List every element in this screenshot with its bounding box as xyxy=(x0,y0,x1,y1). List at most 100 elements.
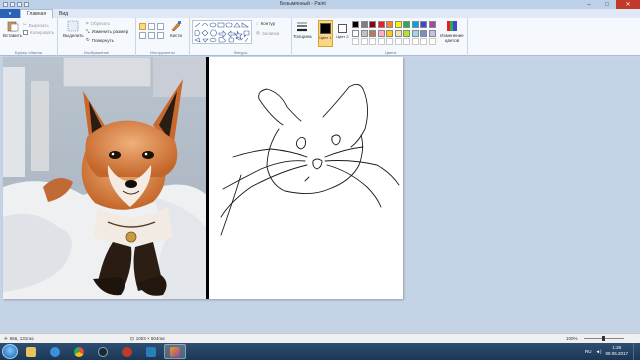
tab-view[interactable]: Вид xyxy=(53,9,74,18)
taskbar-app-red[interactable] xyxy=(116,344,138,359)
edit-colors-label: Изменение цветов xyxy=(440,33,464,43)
crop-button[interactable]: ⌗ Обрезать xyxy=(86,21,110,26)
rotate-label: Повернуть xyxy=(91,37,115,43)
palette-swatch-empty[interactable] xyxy=(394,38,402,45)
palette-swatch[interactable] xyxy=(386,21,393,28)
brushes-button[interactable]: Кисти xyxy=(170,20,182,38)
palette-swatch[interactable] xyxy=(394,21,402,28)
palette-swatch-empty[interactable] xyxy=(386,38,393,45)
fox-photo xyxy=(3,57,209,299)
paste-button[interactable]: Вставить xyxy=(3,20,22,38)
taskbar-steam[interactable] xyxy=(92,344,114,359)
fill-bucket-icon[interactable] xyxy=(148,23,155,30)
tab-home[interactable]: Главная xyxy=(20,9,54,18)
resize-icon: ⤡ xyxy=(86,29,90,34)
zoom-slider-thumb[interactable] xyxy=(602,336,605,341)
language-indicator[interactable]: RU xyxy=(585,349,592,354)
text-tool-icon[interactable] xyxy=(157,23,164,30)
palette-swatch[interactable] xyxy=(394,29,402,37)
color-picker-icon[interactable] xyxy=(148,32,155,39)
taskbar-explorer[interactable] xyxy=(20,344,42,359)
fill-icon: ◍ xyxy=(256,30,260,35)
drawing-canvas[interactable] xyxy=(3,57,403,299)
volume-icon[interactable]: ◄) xyxy=(596,349,602,354)
taskbar-media[interactable] xyxy=(44,344,66,359)
eraser-icon[interactable] xyxy=(139,32,146,39)
palette-swatch[interactable] xyxy=(411,21,419,28)
image-group-label: Изображение xyxy=(83,50,110,55)
scissors-icon: ✂ xyxy=(23,22,27,27)
pencil-icon[interactable] xyxy=(139,23,146,30)
palette-swatch[interactable] xyxy=(360,21,368,28)
outline-button[interactable]: ◌ Контур xyxy=(256,21,275,26)
color1-label: Цвет 1 xyxy=(319,35,332,40)
brushes-label: Кисти xyxy=(170,33,182,38)
palette-swatch[interactable] xyxy=(360,29,368,37)
undo-quick-icon[interactable] xyxy=(17,2,22,7)
palette-swatch[interactable] xyxy=(377,29,385,37)
colors-group: Цвет 1 Цвет 2 Изменение цветов Цвета xyxy=(314,18,468,56)
size-button[interactable]: Толщина xyxy=(293,21,312,39)
tools-group: Кисти Инструменты xyxy=(136,18,190,56)
tab-file[interactable]: ▾ xyxy=(0,9,20,18)
image-group: Выделить ⌗ Обрезать ⤡ Изменить размер ↻ Пов… xyxy=(58,18,136,56)
edit-colors-button[interactable]: Изменение цветов xyxy=(438,20,466,43)
palette-swatch-empty[interactable] xyxy=(428,38,436,45)
folder-icon xyxy=(26,346,36,357)
show-desktop-button[interactable] xyxy=(633,343,640,360)
shapes-group: ◌ Контур ◍ Заливка Фигуры xyxy=(190,18,292,56)
palette-swatch-empty[interactable] xyxy=(369,38,376,45)
taskbar-app-blue[interactable] xyxy=(140,344,162,359)
palette-swatch-empty[interactable] xyxy=(352,38,359,45)
palette-swatch[interactable] xyxy=(403,21,410,28)
cursor-position-text: 666, 131пкс xyxy=(9,336,35,341)
copy-icon xyxy=(23,30,28,35)
taskbar-chrome[interactable] xyxy=(68,344,90,359)
palette-swatch-empty[interactable] xyxy=(403,38,410,45)
taskbar-paint[interactable] xyxy=(164,344,186,359)
palette-swatch[interactable] xyxy=(428,29,436,37)
clock[interactable]: 1:26 09.05.2017 xyxy=(605,345,628,357)
select-label: Выделить xyxy=(63,33,84,38)
palette-swatch-empty[interactable] xyxy=(411,38,419,45)
taskbar: RU ◄) 1:26 09.05.2017 xyxy=(0,343,640,360)
palette-swatch[interactable] xyxy=(369,29,376,37)
palette-swatch[interactable] xyxy=(352,21,359,28)
copy-button[interactable]: Копировать xyxy=(23,30,54,35)
palette-swatch[interactable] xyxy=(377,21,385,28)
select-icon xyxy=(68,20,79,32)
redo-quick-icon[interactable] xyxy=(24,2,29,7)
edit-colors-icon xyxy=(447,21,457,31)
palette-swatch[interactable] xyxy=(428,21,436,28)
cut-button[interactable]: ✂ Вырезать xyxy=(23,22,49,28)
close-button[interactable]: ✕ xyxy=(616,0,640,9)
resize-button[interactable]: ⤡ Изменить размер xyxy=(86,29,128,34)
color2-selector[interactable]: Цвет 2 xyxy=(336,20,349,47)
minimize-button[interactable]: – xyxy=(580,0,598,9)
rotate-button[interactable]: ↻ Повернуть xyxy=(86,37,114,43)
zoom-slider[interactable] xyxy=(584,336,624,341)
palette-swatch[interactable] xyxy=(403,29,410,37)
palette-swatch[interactable] xyxy=(411,29,419,37)
color1-chip xyxy=(320,23,331,34)
palette-swatch[interactable] xyxy=(386,29,393,37)
paint-app-icon[interactable] xyxy=(3,2,8,7)
magnifier-icon[interactable] xyxy=(157,32,164,39)
start-button[interactable] xyxy=(2,344,18,359)
palette-swatch-empty[interactable] xyxy=(360,38,368,45)
palette-swatch-empty[interactable] xyxy=(420,38,427,45)
select-button[interactable]: Выделить xyxy=(63,20,84,38)
save-quick-icon[interactable] xyxy=(10,2,15,7)
palette-swatch[interactable] xyxy=(420,29,427,37)
color1-selector[interactable]: Цвет 1 xyxy=(318,20,333,47)
palette-swatch[interactable] xyxy=(369,21,376,28)
cursor-position: ✛ 666, 131пкс xyxy=(4,336,34,342)
palette-swatch[interactable] xyxy=(352,29,359,37)
app-icon xyxy=(146,346,156,357)
palette-swatch-empty[interactable] xyxy=(377,38,385,45)
canvas-area[interactable] xyxy=(0,57,640,333)
shapes-gallery[interactable] xyxy=(192,20,252,44)
fill-button[interactable]: ◍ Заливка xyxy=(256,30,279,36)
palette-swatch[interactable] xyxy=(420,21,427,28)
maximize-button[interactable]: □ xyxy=(598,0,616,9)
